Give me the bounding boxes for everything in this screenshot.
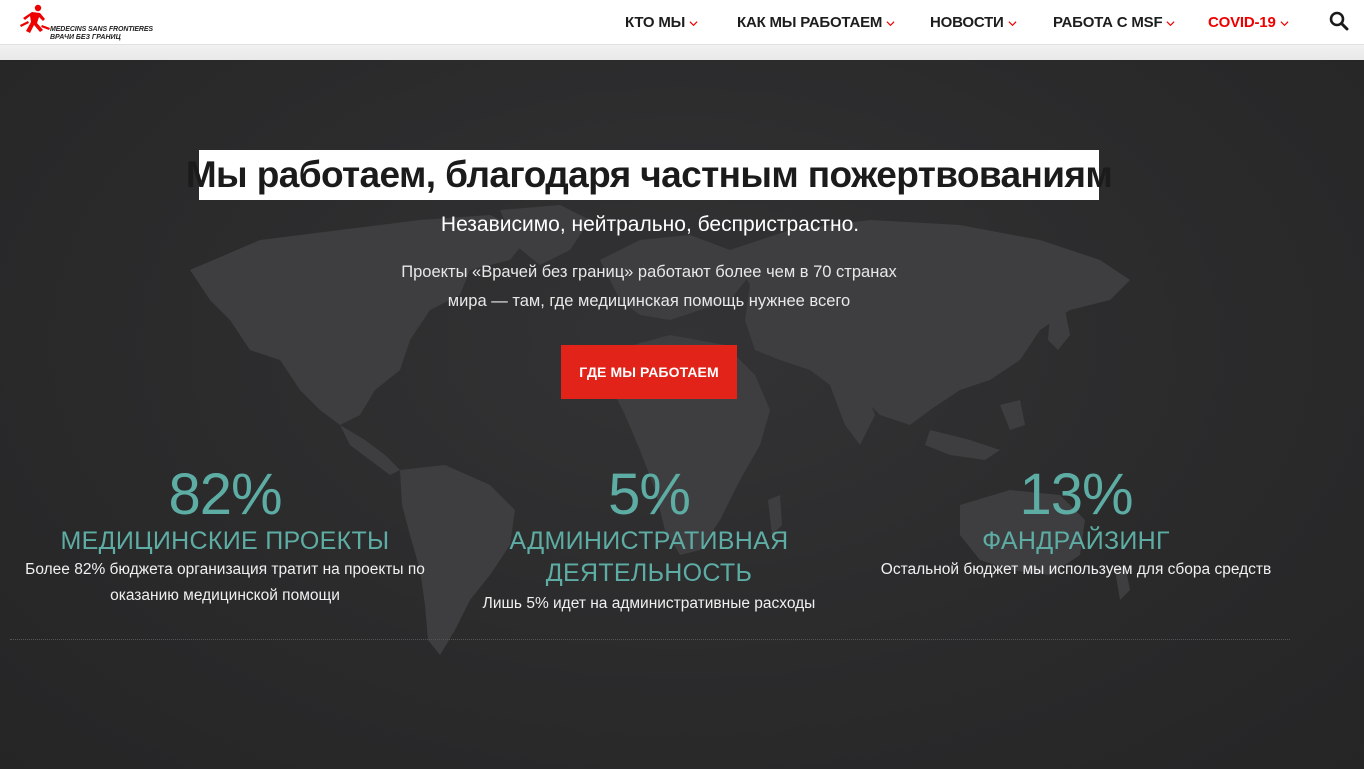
nav-item-news[interactable]: НОВОСТИ xyxy=(930,13,1017,31)
section-divider xyxy=(10,639,1290,640)
nav-label: РАБОТА С MSF xyxy=(1053,13,1163,31)
stat-fundraising: 13% ФАНДРАЙЗИНГ Остальной бюджет мы испо… xyxy=(860,465,1292,583)
stat-label: МЕДИЦИНСКИЕ ПРОЕКТЫ xyxy=(60,527,390,555)
hero-title: Мы работаем, благодаря частным пожертвов… xyxy=(185,154,1113,195)
nav-item-work-with-msf[interactable]: РАБОТА С MSF xyxy=(1053,13,1175,31)
stat-desc: Лишь 5% идет на административные расходы xyxy=(482,595,816,612)
site-header: MEDECINS SANS FRONTIERES ВРАЧИ БЕЗ ГРАНИ… xyxy=(0,0,1364,60)
hero-description: Проекты «Врачей без границ» работают бол… xyxy=(401,263,897,310)
nav-item-covid[interactable]: COVID-19 xyxy=(1208,13,1289,31)
stat-medical-projects: 82% МЕДИЦИНСКИЕ ПРОЕКТЫ Более 82% бюджет… xyxy=(10,465,440,609)
chevron-down-icon xyxy=(1008,20,1017,26)
chevron-down-icon xyxy=(1280,20,1289,26)
stat-value: 5% xyxy=(608,462,691,527)
stat-administrative: 5% АДМИНИСТРАТИВНАЯ ДЕЯТЕЛЬНОСТЬ Лишь 5%… xyxy=(468,465,830,617)
search-icon[interactable] xyxy=(1329,11,1349,31)
nav-item-who-we-are[interactable]: КТО МЫ xyxy=(625,13,698,31)
stat-label: АДМИНИСТРАТИВНАЯ ДЕЯТЕЛЬНОСТЬ xyxy=(509,527,789,587)
chevron-down-icon xyxy=(886,20,895,26)
main-nav: КТО МЫ КАК МЫ РАБОТАЕМ НОВОСТИ РАБОТА С … xyxy=(0,0,1364,44)
nav-label: КАК МЫ РАБОТАЕМ xyxy=(737,13,883,31)
nav-label: COVID-19 xyxy=(1208,13,1276,31)
where-we-work-button[interactable]: ГДЕ МЫ РАБОТАЕМ xyxy=(561,345,737,399)
chevron-down-icon xyxy=(689,20,698,26)
hero-subtitle: Независимо, нейтрально, беспристрастно. xyxy=(440,213,860,236)
chevron-down-icon xyxy=(1166,20,1175,26)
stat-desc: Более 82% бюджета организация тратит на … xyxy=(25,561,425,604)
nav-label: НОВОСТИ xyxy=(930,13,1004,31)
header-shadow xyxy=(0,44,1364,60)
nav-item-how-we-work[interactable]: КАК МЫ РАБОТАЕМ xyxy=(737,13,895,31)
nav-label: КТО МЫ xyxy=(625,13,686,31)
stat-value: 82% xyxy=(168,462,282,527)
hero-section: Мы работаем, благодаря частным пожертвов… xyxy=(0,60,1364,769)
stat-desc: Остальной бюджет мы используем для сбора… xyxy=(880,561,1272,578)
stat-label: ФАНДРАЙЗИНГ xyxy=(982,527,1170,555)
hero-title-box: Мы работаем, благодаря частным пожертвов… xyxy=(186,150,1113,200)
stat-value: 13% xyxy=(1019,462,1133,527)
